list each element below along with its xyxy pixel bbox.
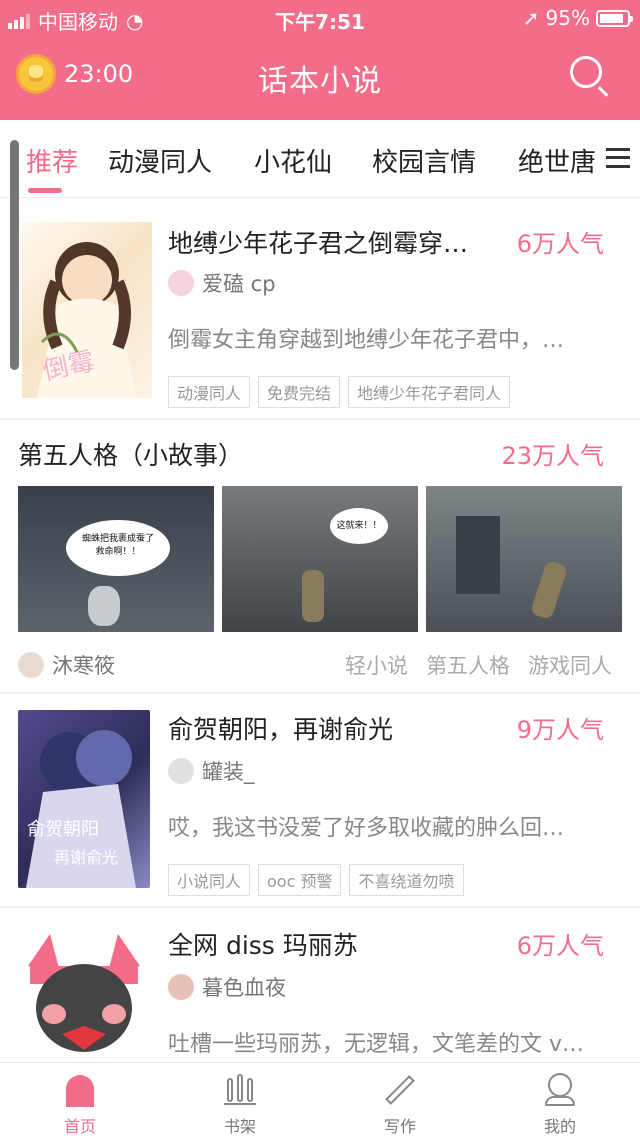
story-description: 哎，我这书没爱了好多取收藏的肿么回… (168, 816, 565, 841)
author-name: 沐寒筱 (52, 654, 115, 678)
speech-bubble: 蜘蛛把我裹成蚕了 救命啊！！ (66, 520, 170, 576)
nav-profile-label: 我的 (543, 1117, 576, 1136)
anime-girl-illustration: 倒霉 (37, 242, 137, 398)
story-tag[interactable]: 动漫同人 (168, 376, 251, 408)
popularity-count: 6万人气 (516, 932, 604, 960)
popularity-count: 23万人气 (501, 442, 604, 470)
user-avatar (168, 758, 194, 784)
author-row[interactable]: 沐寒筱 (18, 650, 115, 680)
story-tag[interactable]: 轻小说 (345, 650, 408, 680)
app-screen: 中国移动 ◔ 下午7:51 ➚ 95% 23:00 话本小说 推荐 动漫同人 小… (0, 0, 640, 1139)
location-icon: ➚ (522, 6, 540, 30)
nav-writing-label: 写作 (383, 1117, 416, 1136)
nav-home[interactable]: 首页 (40, 1063, 120, 1139)
nav-profile[interactable]: 我的 (520, 1063, 600, 1139)
user-avatar (168, 974, 194, 1000)
tab-recommend[interactable]: 推荐 (26, 142, 78, 179)
pen-icon (382, 1071, 418, 1107)
story-tag[interactable]: 地缚少年花子君同人 (348, 376, 511, 408)
story-tag[interactable]: 小说同人 (168, 864, 251, 896)
profile-icon (542, 1071, 578, 1107)
bookshelf-icon (222, 1071, 258, 1107)
story-title[interactable]: 全网 diss 玛丽苏 (168, 926, 488, 962)
author-name: 暮色血夜 (202, 976, 286, 1000)
card-divider (0, 692, 640, 694)
author-row[interactable]: 罐装_ (168, 756, 255, 786)
story-feed[interactable]: 倒霉 地缚少年花子君之倒霉穿… 6万人气 爱磕 cp 倒霉女主角穿越到地缚少年花… (0, 198, 640, 1061)
pig-avatar-icon (168, 270, 194, 296)
story-title[interactable]: 地缚少年花子君之倒霉穿… (168, 224, 488, 260)
author-name: 罐装_ (202, 760, 255, 784)
book-cover-image (18, 926, 150, 1061)
card-divider (0, 906, 640, 908)
status-bar: 中国移动 ◔ 下午7:51 ➚ 95% (0, 0, 640, 34)
popularity-count: 9万人气 (516, 716, 604, 744)
story-image: 蜘蛛把我裹成蚕了 救命啊！！ (18, 486, 214, 632)
speech-bubble: 这就来！！ (330, 508, 388, 544)
story-title[interactable]: 第五人格（小故事） (18, 436, 418, 472)
tab-peerless-tang[interactable]: 绝世唐 (518, 142, 596, 179)
character-figure (529, 559, 569, 621)
tag-list: 动漫同人 免费完结 地缚少年花子君同人 (168, 376, 511, 408)
popularity-count: 6万人气 (516, 230, 604, 258)
tab-anime-fanfiction[interactable]: 动漫同人 (108, 142, 212, 179)
story-tag[interactable]: 免费完结 (258, 376, 341, 408)
story-tag[interactable]: 第五人格 (426, 650, 510, 680)
book-cover-image: 倒霉 (22, 222, 152, 398)
search-icon[interactable] (570, 56, 602, 88)
svg-text:俞贺朝阳: 俞贺朝阳 (27, 819, 99, 840)
tab-little-flower-fairy[interactable]: 小花仙 (254, 142, 332, 179)
page-title: 话本小说 (258, 64, 382, 99)
character-figure (302, 570, 324, 622)
user-avatar (18, 652, 44, 678)
card-divider (0, 418, 640, 420)
story-tag[interactable]: 游戏同人 (528, 650, 612, 680)
gravestone-shape (456, 516, 500, 594)
story-tag[interactable]: 不喜绕道勿喷 (349, 864, 464, 896)
svg-text:再谢俞光: 再谢俞光 (54, 848, 118, 867)
home-icon (62, 1071, 98, 1107)
story-title[interactable]: 俞贺朝阳，再谢俞光 (168, 710, 488, 746)
bottom-navigation: 首页 书架 写作 我的 (0, 1062, 640, 1139)
author-row[interactable]: 暮色血夜 (168, 972, 286, 1002)
nav-bookshelf[interactable]: 书架 (200, 1063, 280, 1139)
cover-characters-illustration: 俞贺朝阳再谢俞光 (26, 730, 136, 888)
top-header: 中国移动 ◔ 下午7:51 ➚ 95% 23:00 话本小说 (0, 0, 640, 120)
nav-bookshelf-label: 书架 (223, 1117, 256, 1136)
author-name: 爱磕 cp (202, 272, 276, 296)
cocoon-shape (88, 586, 120, 626)
menu-icon[interactable] (606, 148, 630, 168)
story-description: 倒霉女主角穿越到地缚少年花子君中，… (168, 328, 565, 353)
tag-list: 小说同人 ooc 预警 不喜绕道勿喷 (168, 864, 464, 896)
cartoon-face-illustration (28, 934, 140, 1052)
tag-list: 轻小说 第五人格 游戏同人 (345, 650, 612, 680)
story-description: 吐槽一些玛丽苏，无逻辑，文笔差的文 v… (168, 1032, 585, 1057)
active-tab-indicator (28, 188, 62, 193)
story-image: 这就来！！ (222, 486, 418, 632)
battery-icon (596, 9, 633, 27)
status-right: ➚ 95% (522, 6, 633, 30)
battery-percent: 95% (545, 6, 590, 30)
nav-writing[interactable]: 写作 (360, 1063, 440, 1139)
story-image (426, 486, 622, 632)
story-tag[interactable]: ooc 预警 (258, 864, 342, 896)
nav-home-label: 首页 (63, 1117, 96, 1136)
tab-campus-romance[interactable]: 校园言情 (372, 142, 476, 179)
navigation-bar: 23:00 话本小说 (0, 40, 640, 114)
author-row[interactable]: 爱磕 cp (168, 268, 276, 298)
category-tabs: 推荐 动漫同人 小花仙 校园言情 绝世唐 (0, 120, 640, 198)
book-cover-image: 俞贺朝阳再谢俞光 (18, 710, 150, 888)
